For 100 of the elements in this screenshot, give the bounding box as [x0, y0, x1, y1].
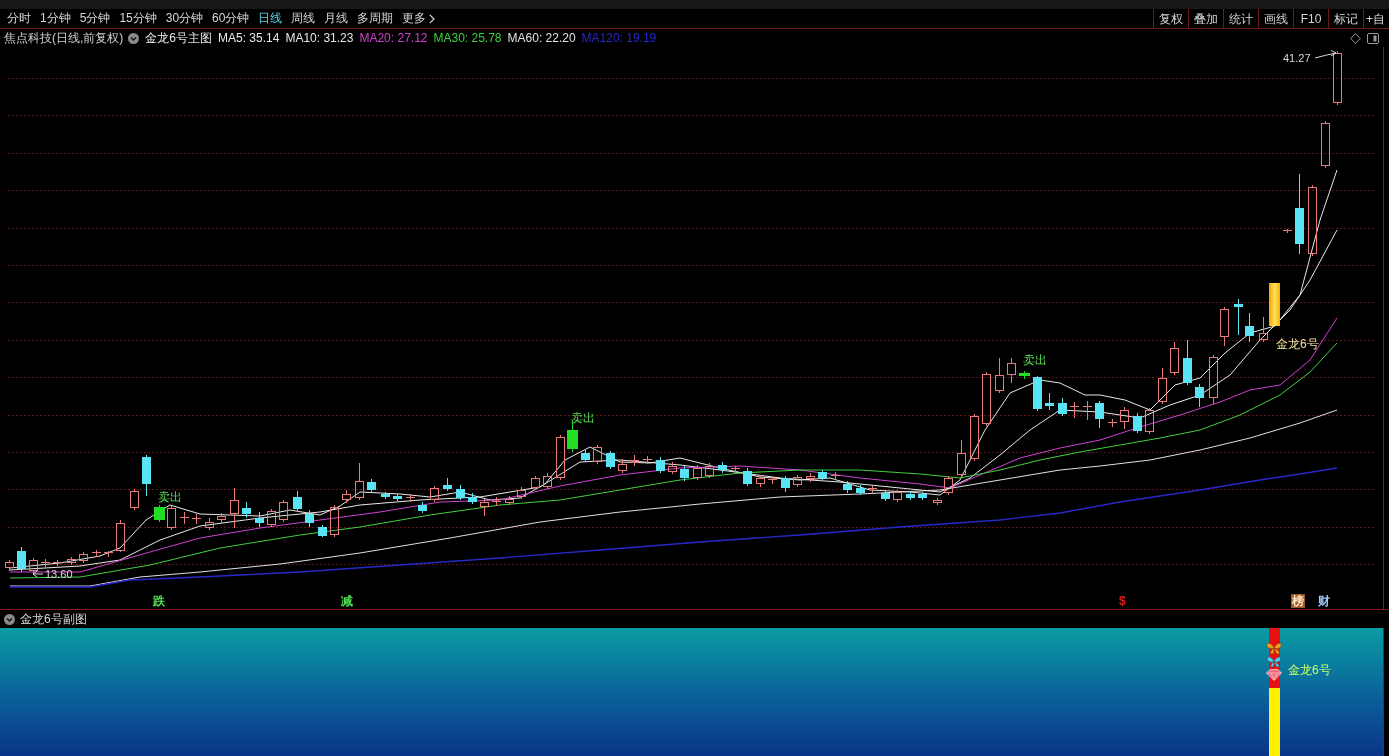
doji-candle [405, 493, 416, 503]
signal-candle [1269, 283, 1280, 326]
rising-candle [543, 472, 552, 490]
sell-candle [154, 504, 165, 523]
toolbar-button[interactable]: 统计 [1223, 9, 1258, 28]
rising-candle [167, 505, 176, 531]
rising-candle [1145, 407, 1154, 435]
falling-candle [456, 484, 465, 501]
doji-candle [91, 549, 102, 558]
rising-candle [217, 512, 226, 524]
rising-candle [480, 498, 489, 517]
rising-candle [1170, 341, 1179, 376]
falling-candle [367, 478, 376, 493]
period-tab[interactable]: 1分钟 [40, 9, 71, 28]
falling-candle [781, 475, 790, 493]
indicator-line-label: 金龙6号 [1276, 337, 1319, 351]
rising-candle [705, 462, 714, 479]
ma-legend-item: MA20: 27.12 [359, 30, 428, 47]
falling-candle [718, 461, 727, 474]
falling-candle [418, 501, 427, 514]
sell-signal-label: 卖出 [158, 490, 182, 504]
falling-candle [468, 492, 477, 505]
signal-badge: 榜 [1291, 594, 1305, 608]
high-price-label: 41.27 [1283, 52, 1311, 65]
rising-candle [531, 475, 540, 491]
circle-chevron-icon[interactable] [128, 32, 140, 44]
doji-candle [40, 558, 51, 568]
period-tab[interactable]: 5分钟 [79, 9, 111, 28]
period-tab[interactable]: 30分钟 [165, 9, 204, 28]
sell-signal-label: 卖出 [571, 411, 595, 425]
doji-candle [642, 455, 653, 465]
falling-candle [1245, 312, 1254, 343]
panel-icon[interactable] [1367, 32, 1379, 44]
period-tab[interactable]: 15分钟 [119, 9, 157, 28]
toolbar-button[interactable]: 标记 [1328, 9, 1363, 28]
falling-candle [1183, 339, 1192, 386]
toolbar-button[interactable]: F10 [1293, 9, 1328, 28]
sell-signal-label: 卖出 [1023, 353, 1047, 367]
ma-legend-item: MA120: 19.19 [581, 30, 657, 47]
leader-arrow [32, 570, 44, 578]
period-tab[interactable]: 60分钟 [212, 9, 250, 28]
butterfly-icon [1266, 656, 1282, 668]
stock-title: 焦点科技(日线,前复权) [4, 30, 124, 47]
butterfly-icon [1266, 642, 1282, 655]
rising-candle [1333, 50, 1342, 106]
rising-candle [944, 475, 953, 496]
ma-legend-item: MA30: 25.78 [433, 30, 502, 47]
signal-mark: $ [1119, 594, 1126, 608]
indicator-name: 金龙6号主图 [145, 30, 212, 47]
doji-candle [1107, 418, 1118, 428]
toolbar-button[interactable]: 复权 [1153, 9, 1188, 28]
leader-arrow [1314, 50, 1337, 59]
doji-candle [491, 496, 502, 507]
rising-candle [1120, 406, 1129, 430]
rising-candle [430, 485, 439, 503]
rising-candle [618, 458, 627, 474]
period-tab[interactable]: 分时 [7, 9, 31, 28]
rising-candle [205, 517, 214, 531]
falling-candle [606, 450, 615, 470]
falling-candle [743, 467, 752, 487]
doji-candle [1069, 401, 1080, 419]
rising-candle [230, 487, 239, 529]
toolbar-button[interactable]: +自 [1363, 9, 1389, 28]
falling-candle [818, 469, 827, 481]
rising-candle [693, 464, 702, 481]
doji-candle [1282, 228, 1293, 234]
rising-candle [342, 489, 351, 504]
falling-candle [17, 546, 26, 573]
falling-candle [581, 448, 590, 463]
period-tab[interactable]: 更多 [402, 9, 436, 28]
doji-candle [191, 513, 202, 525]
period-tab[interactable]: 多周期 [357, 9, 394, 28]
toolbar-button[interactable]: 画线 [1258, 9, 1293, 28]
doji-candle [867, 485, 878, 494]
gem-icon [1266, 669, 1282, 681]
diamond-icon[interactable] [1350, 32, 1361, 44]
rising-candle [893, 489, 902, 503]
period-tab[interactable]: 月线 [324, 9, 349, 28]
falling-candle [305, 509, 314, 528]
rising-candle [982, 371, 991, 427]
falling-candle [881, 489, 890, 502]
falling-candle [293, 490, 302, 512]
falling-candle [1058, 397, 1067, 417]
signal-mark: 财 [1318, 594, 1330, 608]
rising-candle [116, 519, 125, 553]
rising-candle [1158, 367, 1167, 405]
rising-candle [29, 557, 38, 575]
rising-candle [1259, 316, 1268, 343]
circle-chevron-icon[interactable] [4, 613, 15, 625]
falling-candle [906, 491, 915, 501]
period-tab[interactable]: 日线 [258, 9, 283, 28]
period-tab[interactable]: 周线 [291, 9, 316, 28]
falling-candle [393, 493, 402, 502]
toolbar-button[interactable]: 叠加 [1188, 9, 1223, 28]
rising-candle [593, 444, 602, 465]
falling-candle [242, 501, 251, 519]
chevron-icon [429, 13, 436, 24]
rising-candle [355, 462, 364, 501]
rising-candle [556, 434, 565, 481]
falling-candle [318, 524, 327, 538]
